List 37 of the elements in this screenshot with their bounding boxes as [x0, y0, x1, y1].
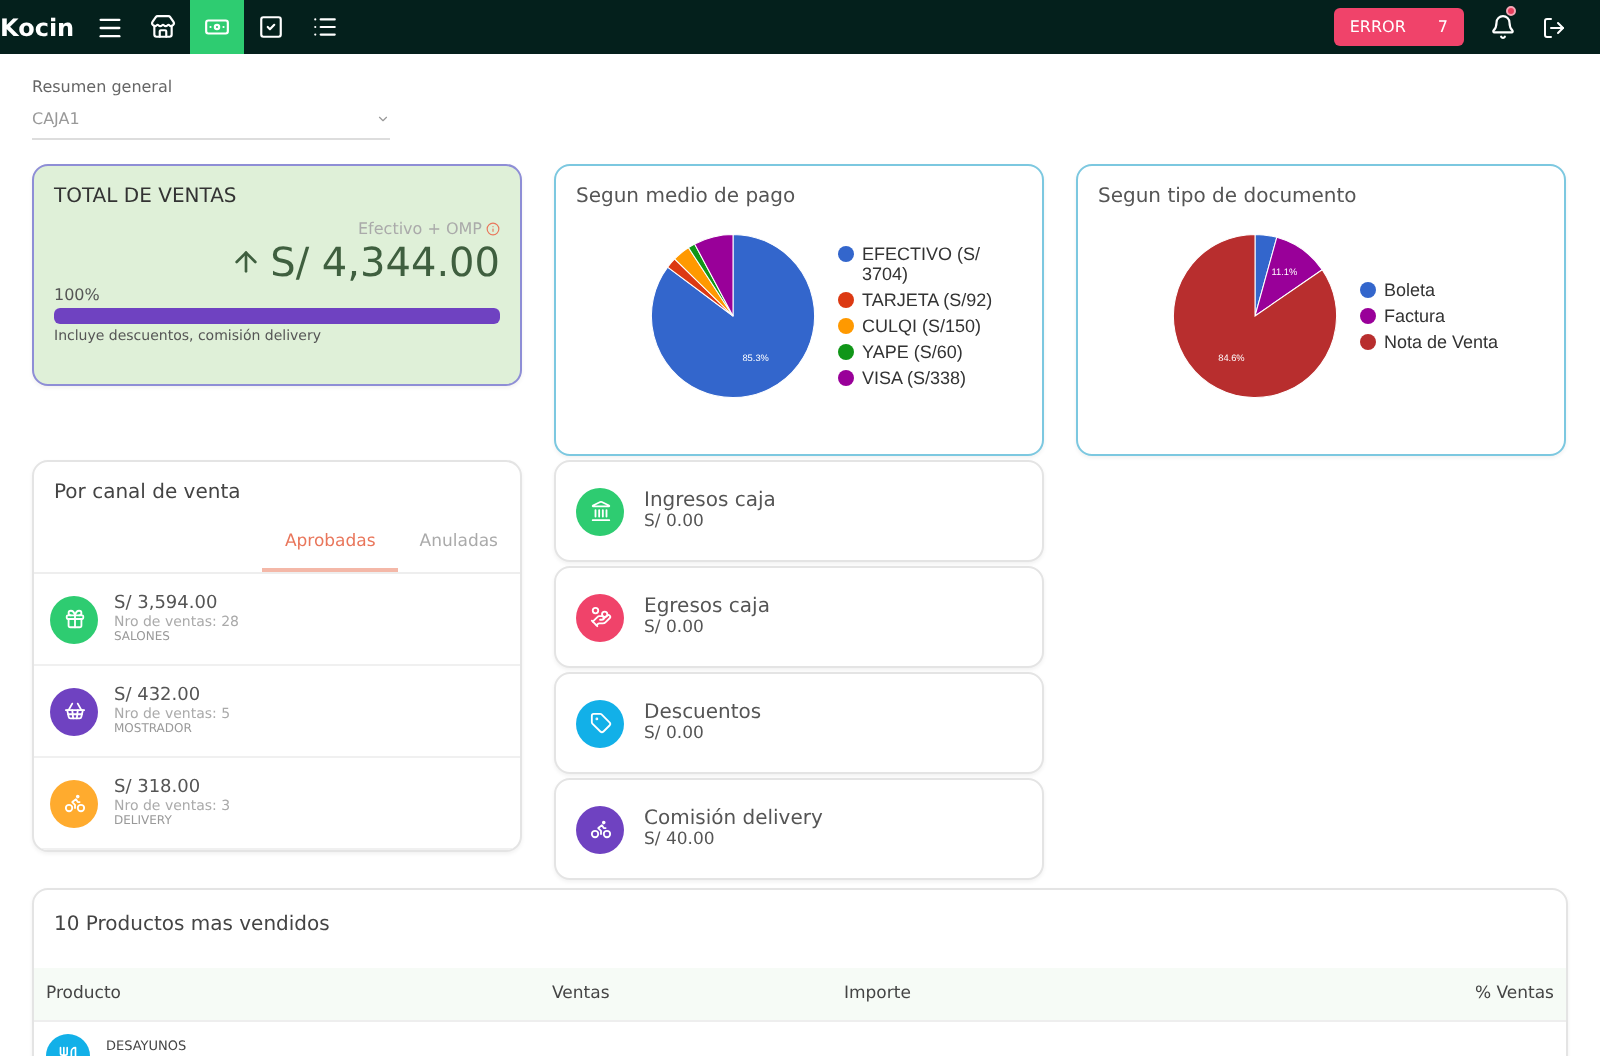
column-header: Importe — [832, 968, 1252, 1022]
stat-label: Ingresos caja — [644, 490, 776, 512]
column-header: % Ventas — [1252, 968, 1566, 1022]
legend-label: VISA (S/338) — [862, 368, 969, 388]
subtitle: Efectivo + OMP — [358, 220, 482, 238]
card-title: 10 Productos mas vendidos — [52, 912, 332, 940]
legend-label: TARJETA (S/92) — [862, 290, 995, 310]
legend-label: YAPE (S/60) — [862, 342, 965, 362]
tab[interactable]: Aprobadas — [262, 520, 398, 572]
legend-label: Nota de Venta — [1384, 332, 1501, 352]
stat-amount: S/ 0.00 — [644, 724, 706, 744]
stat-amount: S/ 40.00 — [644, 830, 717, 850]
error-button[interactable]: ERROR 7 — [1333, 8, 1464, 46]
column-header: Producto — [34, 968, 540, 1022]
channel-amount: S/ 318.00 — [114, 778, 203, 798]
stat-amount: S/ 0.00 — [644, 618, 706, 638]
cash-register-select[interactable]: CAJA1 — [32, 96, 390, 140]
column-header: Ventas — [540, 968, 832, 1022]
legend-label: Boleta — [1384, 280, 1438, 300]
stat-label: Descuentos — [644, 702, 762, 724]
legend-label: Factura — [1384, 306, 1448, 326]
percent-label: 100% — [54, 286, 102, 304]
legend-label: EFECTIVO (S/ 3704) — [862, 244, 983, 284]
chart-title: Segun tipo de documento — [1098, 186, 1359, 208]
card-title: Por canal de venta — [52, 480, 243, 504]
tab[interactable]: Anuladas — [397, 520, 520, 572]
card-title: TOTAL DE VENTAS — [54, 186, 239, 208]
total-amount: S/ 4,344.00 — [270, 238, 500, 286]
channel-amount: S/ 432.00 — [114, 686, 203, 706]
filter-label: Resumen general — [32, 78, 175, 96]
channel-amount: S/ 3,594.00 — [114, 594, 220, 614]
legend-label: CULQI (S/150) — [862, 316, 984, 336]
logo: Kocin — [0, 11, 77, 45]
stat-label: Comisión delivery — [644, 808, 823, 830]
chart-title: Segun medio de pago — [576, 186, 798, 208]
stat-amount: S/ 0.00 — [644, 512, 706, 532]
stat-label: Egresos caja — [644, 596, 770, 618]
